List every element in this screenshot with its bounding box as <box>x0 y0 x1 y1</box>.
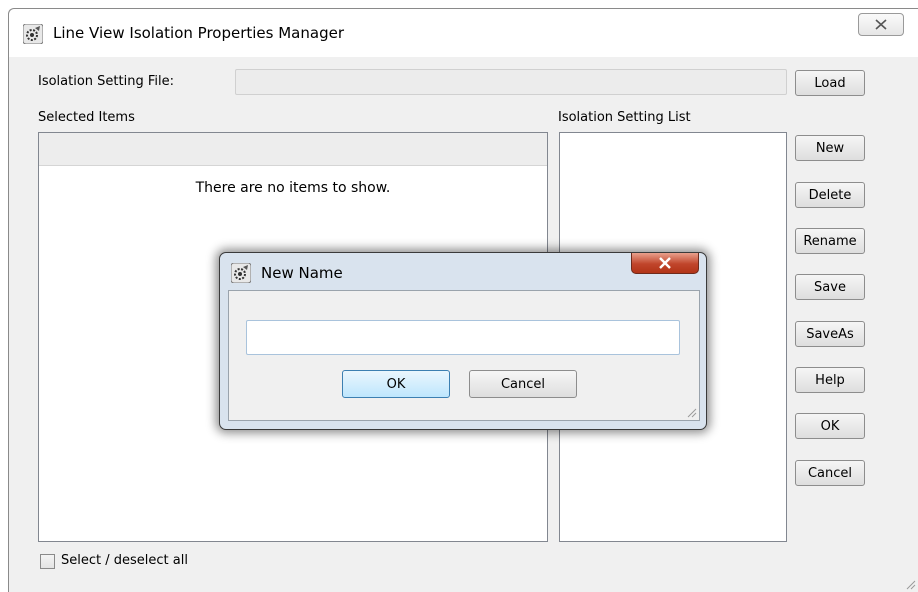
isolation-setting-list-label: Isolation Setting List <box>558 110 691 125</box>
close-icon <box>875 19 887 30</box>
window-title: Line View Isolation Properties Manager <box>53 24 344 42</box>
help-button[interactable]: Help <box>795 367 865 393</box>
select-all-label[interactable]: Select / deselect all <box>61 553 188 568</box>
select-all-checkbox[interactable] <box>40 554 55 569</box>
dialog-cancel-button[interactable]: Cancel <box>469 370 577 398</box>
dialog-ok-button[interactable]: OK <box>342 370 450 398</box>
new-name-dialog: New Name OK Cancel <box>219 252 707 430</box>
title-bar: Line View Isolation Properties Manager <box>9 9 918 57</box>
gear-app-icon <box>23 24 43 44</box>
ok-button[interactable]: OK <box>795 413 865 439</box>
isolation-setting-file-field <box>235 69 787 95</box>
dialog-body: OK Cancel <box>228 290 700 421</box>
delete-button[interactable]: Delete <box>795 182 865 208</box>
save-button[interactable]: Save <box>795 274 865 300</box>
isolation-setting-file-label: Isolation Setting File: <box>38 74 174 89</box>
resize-grip-icon[interactable] <box>904 578 916 590</box>
new-name-input[interactable] <box>246 320 680 355</box>
new-button[interactable]: New <box>795 135 865 161</box>
resize-grip-icon[interactable] <box>685 406 697 418</box>
dialog-close-button[interactable] <box>631 253 699 274</box>
gear-app-icon <box>231 263 251 283</box>
cancel-button[interactable]: Cancel <box>795 460 865 486</box>
selected-items-label: Selected Items <box>38 110 135 125</box>
load-button[interactable]: Load <box>795 70 865 96</box>
rename-button[interactable]: Rename <box>795 228 865 254</box>
empty-message: There are no items to show. <box>195 180 391 196</box>
selected-items-header <box>39 133 547 166</box>
dialog-title: New Name <box>261 264 343 282</box>
window-close-button[interactable] <box>858 13 904 36</box>
save-as-button[interactable]: SaveAs <box>795 321 865 347</box>
close-icon <box>659 257 671 269</box>
